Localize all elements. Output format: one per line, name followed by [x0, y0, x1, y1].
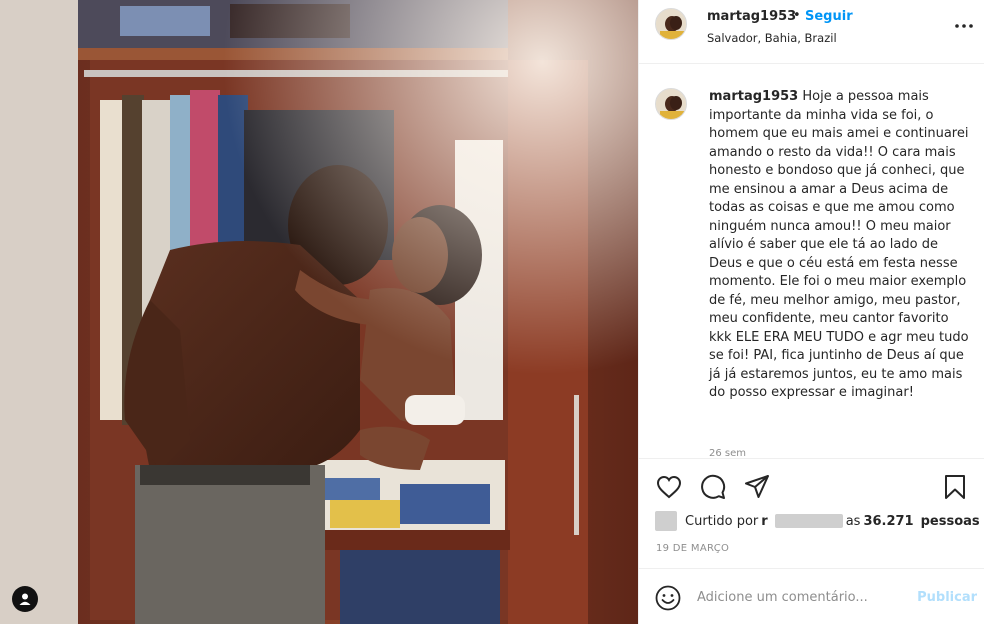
emoji-button[interactable] [655, 585, 681, 611]
save-button[interactable] [941, 473, 969, 501]
more-options-button[interactable] [952, 14, 976, 38]
liker-avatar [655, 511, 677, 531]
author-avatar[interactable] [655, 8, 687, 40]
liker-initial[interactable]: r [761, 514, 767, 529]
liked-by-label: Curtido por [685, 513, 759, 529]
author-username[interactable]: martag1953 [707, 9, 796, 24]
caption-time[interactable]: 26 sem [709, 448, 746, 457]
comment-icon [701, 474, 726, 499]
add-comment-bar: Publicar [639, 568, 984, 624]
caption-username[interactable]: martag1953 [709, 89, 798, 104]
post-location[interactable]: Salvador, Bahia, Brazil [707, 31, 837, 45]
post-side-panel: martag1953 • Seguir Salvador, Bahia, Bra… [638, 0, 984, 624]
heart-icon [656, 475, 682, 499]
post-actions: Curtido por r as 36.271 pessoas 19 DE MA… [639, 458, 984, 568]
post-image [0, 0, 638, 624]
user-icon [19, 593, 31, 605]
more-horizontal-icon [955, 24, 973, 28]
publish-button[interactable]: Publicar [917, 590, 977, 605]
smiley-icon [655, 585, 681, 611]
caption-avatar[interactable] [655, 88, 687, 120]
comments-section: martag1953 Hoje a pessoa mais importante… [639, 64, 984, 457]
post-photo[interactable] [0, 0, 638, 624]
caption-text: Hoje a pessoa mais importante da minha v… [709, 89, 969, 400]
and-label: as [845, 513, 861, 529]
share-button[interactable] [743, 473, 771, 501]
post-header: martag1953 • Seguir Salvador, Bahia, Bra… [639, 0, 984, 64]
separator-dot: • [793, 8, 801, 23]
tagged-users-button[interactable] [12, 586, 38, 612]
redacted-username [774, 514, 843, 528]
like-button[interactable] [655, 473, 683, 501]
likes-summary[interactable]: Curtido por r as 36.271 pessoas [655, 511, 984, 531]
paper-plane-icon [745, 475, 769, 498]
bookmark-icon [945, 475, 965, 499]
likes-suffix[interactable]: pessoas [921, 514, 980, 529]
post-date[interactable]: 19 DE MARÇO [656, 543, 729, 554]
follow-button[interactable]: Seguir [805, 9, 853, 24]
likes-count[interactable]: 36.271 [863, 514, 913, 529]
comment-input[interactable] [697, 585, 907, 609]
comment-button[interactable] [699, 473, 727, 501]
post-caption: martag1953 Hoje a pessoa mais importante… [709, 88, 971, 403]
